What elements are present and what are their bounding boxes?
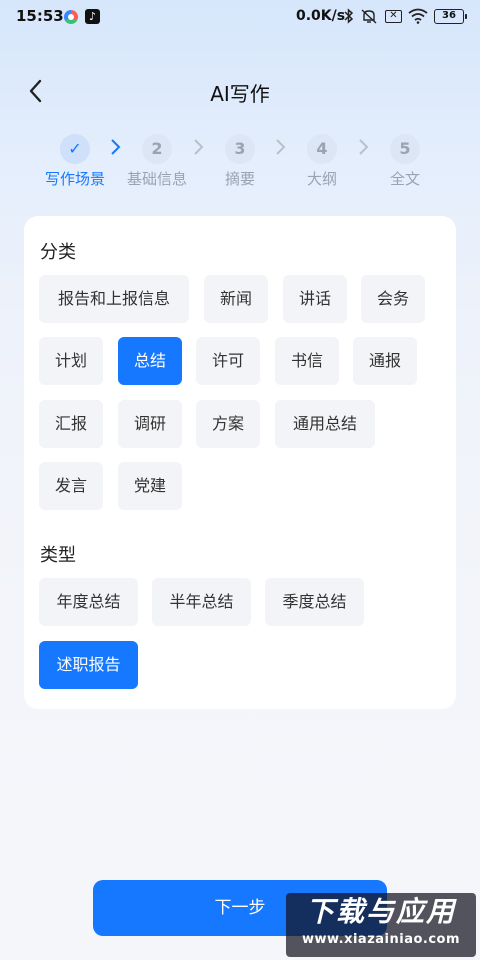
mute-bell-icon bbox=[361, 9, 377, 24]
category-chip[interactable]: 调研 bbox=[118, 400, 182, 448]
step-check-icon: ✓ bbox=[60, 134, 90, 164]
network-speed: 0.0K/s bbox=[296, 8, 346, 24]
step-number: 3 bbox=[225, 134, 255, 164]
category-chip[interactable]: 许可 bbox=[196, 337, 260, 385]
step-label: 全文 bbox=[389, 170, 420, 188]
watermark: 下载与应用 www.xiazainiao.com bbox=[286, 893, 476, 957]
category-chip[interactable]: 新闻 bbox=[204, 275, 268, 323]
type-chip[interactable]: 季度总结 bbox=[265, 578, 364, 626]
options-card: 分类 报告和上报信息 新闻 讲话 会务 计划 总结 许可 书信 通报 汇报 调研… bbox=[24, 216, 456, 709]
step-label: 摘要 bbox=[224, 170, 255, 188]
step-3: 3 摘要 bbox=[195, 134, 285, 189]
category-chip[interactable]: 通报 bbox=[353, 337, 417, 385]
type-chip[interactable]: 年度总结 bbox=[39, 578, 138, 626]
step-1: ✓ 写作场景 bbox=[30, 134, 120, 189]
category-chip[interactable]: 党建 bbox=[118, 462, 182, 510]
category-chip[interactable]: 发言 bbox=[39, 462, 103, 510]
step-number: 4 bbox=[307, 134, 337, 164]
category-chip[interactable]: 会务 bbox=[361, 275, 425, 323]
watermark-logo: 下载与应用 bbox=[305, 895, 456, 928]
wifi-icon bbox=[408, 8, 428, 24]
category-chip[interactable]: 书信 bbox=[275, 337, 339, 385]
watermark-url: www.xiazainiao.com bbox=[301, 932, 461, 947]
type-chip[interactable]: 半年总结 bbox=[152, 578, 251, 626]
category-chip-selected[interactable]: 总结 bbox=[118, 337, 182, 385]
status-bar: 15:53 ♪ 0.0K/s ✕ 36 bbox=[0, 0, 480, 34]
step-4: 4 大纲 bbox=[277, 134, 367, 189]
sim-icon: ✕ bbox=[385, 10, 402, 23]
step-number: 5 bbox=[390, 134, 420, 164]
page-title: AI写作 bbox=[210, 82, 270, 106]
step-label: 大纲 bbox=[306, 170, 337, 188]
step-label: 写作场景 bbox=[44, 170, 105, 188]
type-chip-selected[interactable]: 述职报告 bbox=[39, 641, 138, 689]
step-label: 基础信息 bbox=[126, 170, 187, 188]
bluetooth-icon bbox=[344, 8, 354, 24]
category-chip[interactable]: 报告和上报信息 bbox=[39, 275, 189, 323]
step-5: 5 全文 bbox=[360, 134, 450, 189]
type-title: 类型 bbox=[40, 545, 76, 566]
category-chip[interactable]: 讲话 bbox=[283, 275, 347, 323]
battery-icon: 36 bbox=[434, 9, 467, 24]
category-chip[interactable]: 汇报 bbox=[39, 400, 103, 448]
step-number: 2 bbox=[142, 134, 172, 164]
step-2: 2 基础信息 bbox=[112, 134, 202, 189]
category-title: 分类 bbox=[40, 242, 76, 263]
tiktok-icon: ♪ bbox=[85, 9, 100, 24]
status-time: 15:53 bbox=[16, 7, 64, 25]
app-notification-icon bbox=[64, 10, 78, 24]
category-chip[interactable]: 方案 bbox=[196, 400, 260, 448]
category-chip[interactable]: 计划 bbox=[39, 337, 103, 385]
category-chip[interactable]: 通用总结 bbox=[275, 400, 375, 448]
